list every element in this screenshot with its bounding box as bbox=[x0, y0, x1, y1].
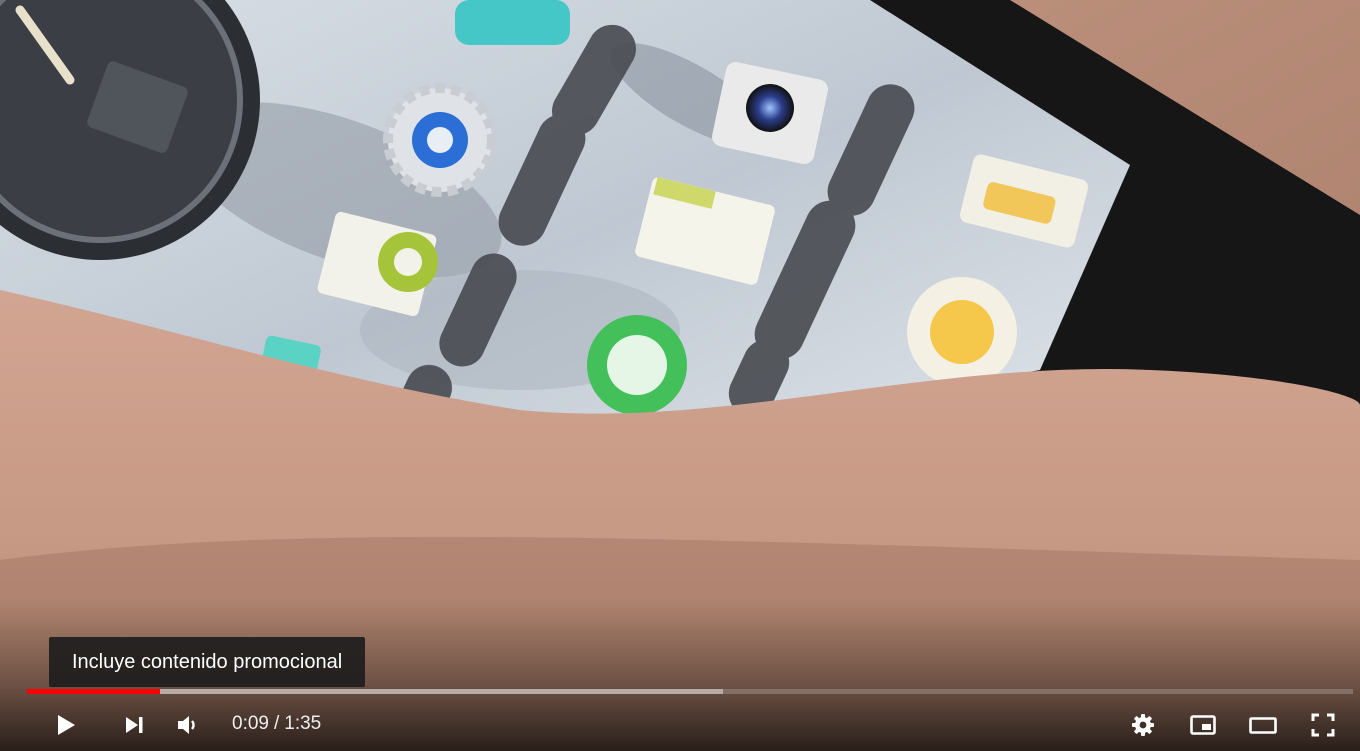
mute-button[interactable] bbox=[167, 705, 207, 745]
progress-bar[interactable] bbox=[27, 689, 1353, 694]
time-separator: / bbox=[273, 713, 280, 734]
fullscreen-button[interactable] bbox=[1303, 705, 1343, 745]
settings-gear-icon bbox=[1132, 714, 1154, 736]
miniplayer-icon bbox=[1190, 715, 1216, 735]
progress-played bbox=[27, 689, 160, 694]
next-button[interactable] bbox=[114, 705, 154, 745]
play-icon bbox=[58, 715, 75, 735]
time-display: 0:09/1:35 bbox=[232, 707, 321, 741]
settings-button[interactable] bbox=[1123, 705, 1163, 745]
theater-mode-icon bbox=[1249, 717, 1277, 734]
video-player[interactable]: Incluye contenido promocional 0:09/1:35 bbox=[0, 0, 1360, 751]
theater-mode-button[interactable] bbox=[1243, 705, 1283, 745]
paid-promotion-label: Incluye contenido promocional bbox=[49, 637, 366, 687]
duration: 1:35 bbox=[284, 713, 322, 734]
player-controls: 0:09/1:35 bbox=[0, 697, 1360, 751]
fullscreen-icon bbox=[1311, 713, 1335, 737]
current-time: 0:09 bbox=[232, 713, 269, 734]
miniplayer-button[interactable] bbox=[1183, 705, 1223, 745]
volume-icon bbox=[178, 716, 195, 734]
play-button[interactable] bbox=[45, 705, 85, 745]
next-icon bbox=[126, 717, 143, 733]
